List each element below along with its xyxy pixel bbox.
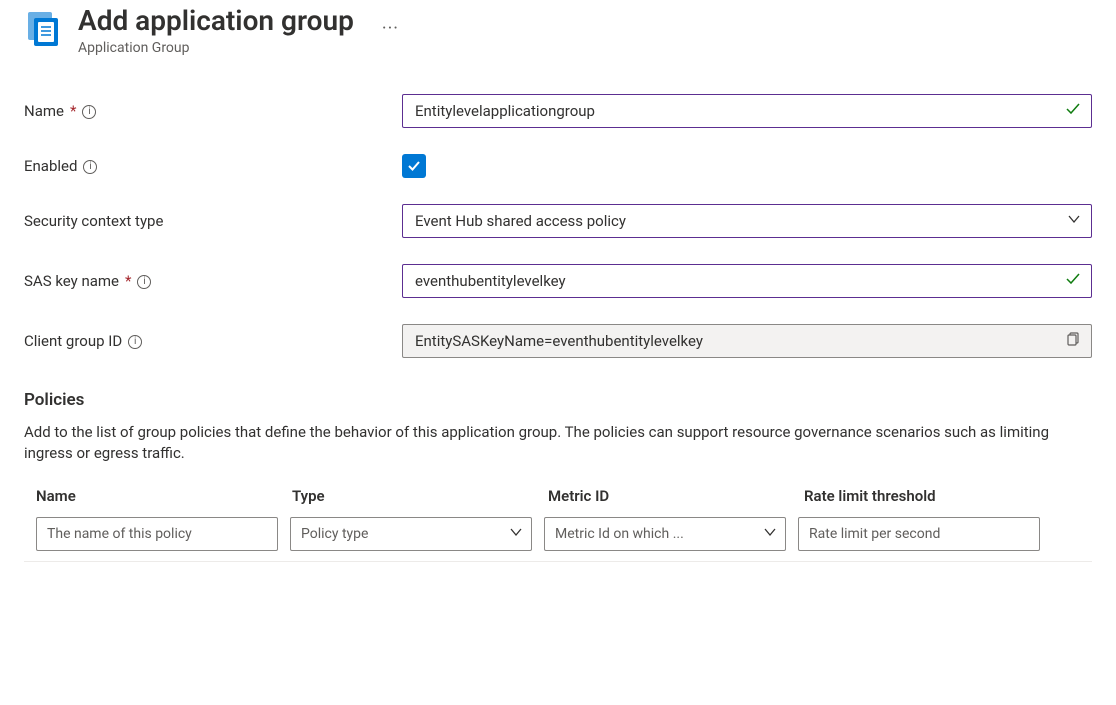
col-threshold: Rate limit threshold xyxy=(804,487,1054,505)
app-group-icon xyxy=(24,8,64,48)
enabled-checkbox[interactable] xyxy=(402,154,426,178)
policies-title: Policies xyxy=(24,390,1092,410)
name-input[interactable]: Entitylevelapplicationgroup xyxy=(402,94,1092,128)
placeholder-text: The name of this policy xyxy=(47,526,192,542)
required-marker: * xyxy=(125,272,131,290)
placeholder-text: Policy type xyxy=(301,526,368,542)
info-icon[interactable]: i xyxy=(82,105,96,119)
security-context-type-select[interactable]: Event Hub shared access policy xyxy=(402,204,1092,238)
page-title: Add application group xyxy=(78,4,354,38)
policy-name-input[interactable]: The name of this policy xyxy=(36,517,278,551)
sas-key-name-label: SAS key name xyxy=(24,272,119,290)
check-icon xyxy=(1065,271,1081,291)
security-context-type-value: Event Hub shared access policy xyxy=(415,212,626,230)
info-icon[interactable]: i xyxy=(137,275,151,289)
chevron-down-icon xyxy=(763,525,777,543)
client-group-id-label: Client group ID xyxy=(24,332,122,350)
policy-metric-select[interactable]: Metric Id on which ... xyxy=(544,517,786,551)
col-type: Type xyxy=(292,487,542,505)
name-label: Name xyxy=(24,102,64,120)
policy-type-select[interactable]: Policy type xyxy=(290,517,532,551)
col-metric-id: Metric ID xyxy=(548,487,798,505)
check-icon xyxy=(1065,101,1081,121)
col-name: Name xyxy=(36,487,286,505)
policies-description: Add to the list of group policies that d… xyxy=(24,422,1054,466)
chevron-down-icon xyxy=(1067,212,1081,230)
client-group-id-value: EntitySASKeyName=eventhubentitylevelkey xyxy=(415,332,703,350)
placeholder-text: Rate limit per second xyxy=(809,526,940,542)
client-group-id-field: EntitySASKeyName=eventhubentitylevelkey xyxy=(402,324,1092,358)
policy-threshold-input[interactable]: Rate limit per second xyxy=(798,517,1040,551)
divider xyxy=(24,561,1092,562)
chevron-down-icon xyxy=(509,525,523,543)
sas-key-name-input[interactable]: eventhubentitylevelkey xyxy=(402,264,1092,298)
enabled-label: Enabled xyxy=(24,157,77,175)
policy-row: The name of this policy Policy type Metr… xyxy=(24,517,1092,551)
name-value: Entitylevelapplicationgroup xyxy=(415,102,595,120)
info-icon[interactable]: i xyxy=(128,335,142,349)
page-header: Add application group Application Group … xyxy=(24,0,1092,74)
page-subtitle: Application Group xyxy=(78,40,354,56)
copy-icon[interactable] xyxy=(1067,332,1081,350)
info-icon[interactable]: i xyxy=(83,160,97,174)
security-context-type-label: Security context type xyxy=(24,212,163,230)
more-actions-button[interactable]: ··· xyxy=(382,18,399,39)
sas-key-name-value: eventhubentitylevelkey xyxy=(415,272,566,290)
placeholder-text: Metric Id on which ... xyxy=(555,526,684,542)
required-marker: * xyxy=(70,102,76,120)
